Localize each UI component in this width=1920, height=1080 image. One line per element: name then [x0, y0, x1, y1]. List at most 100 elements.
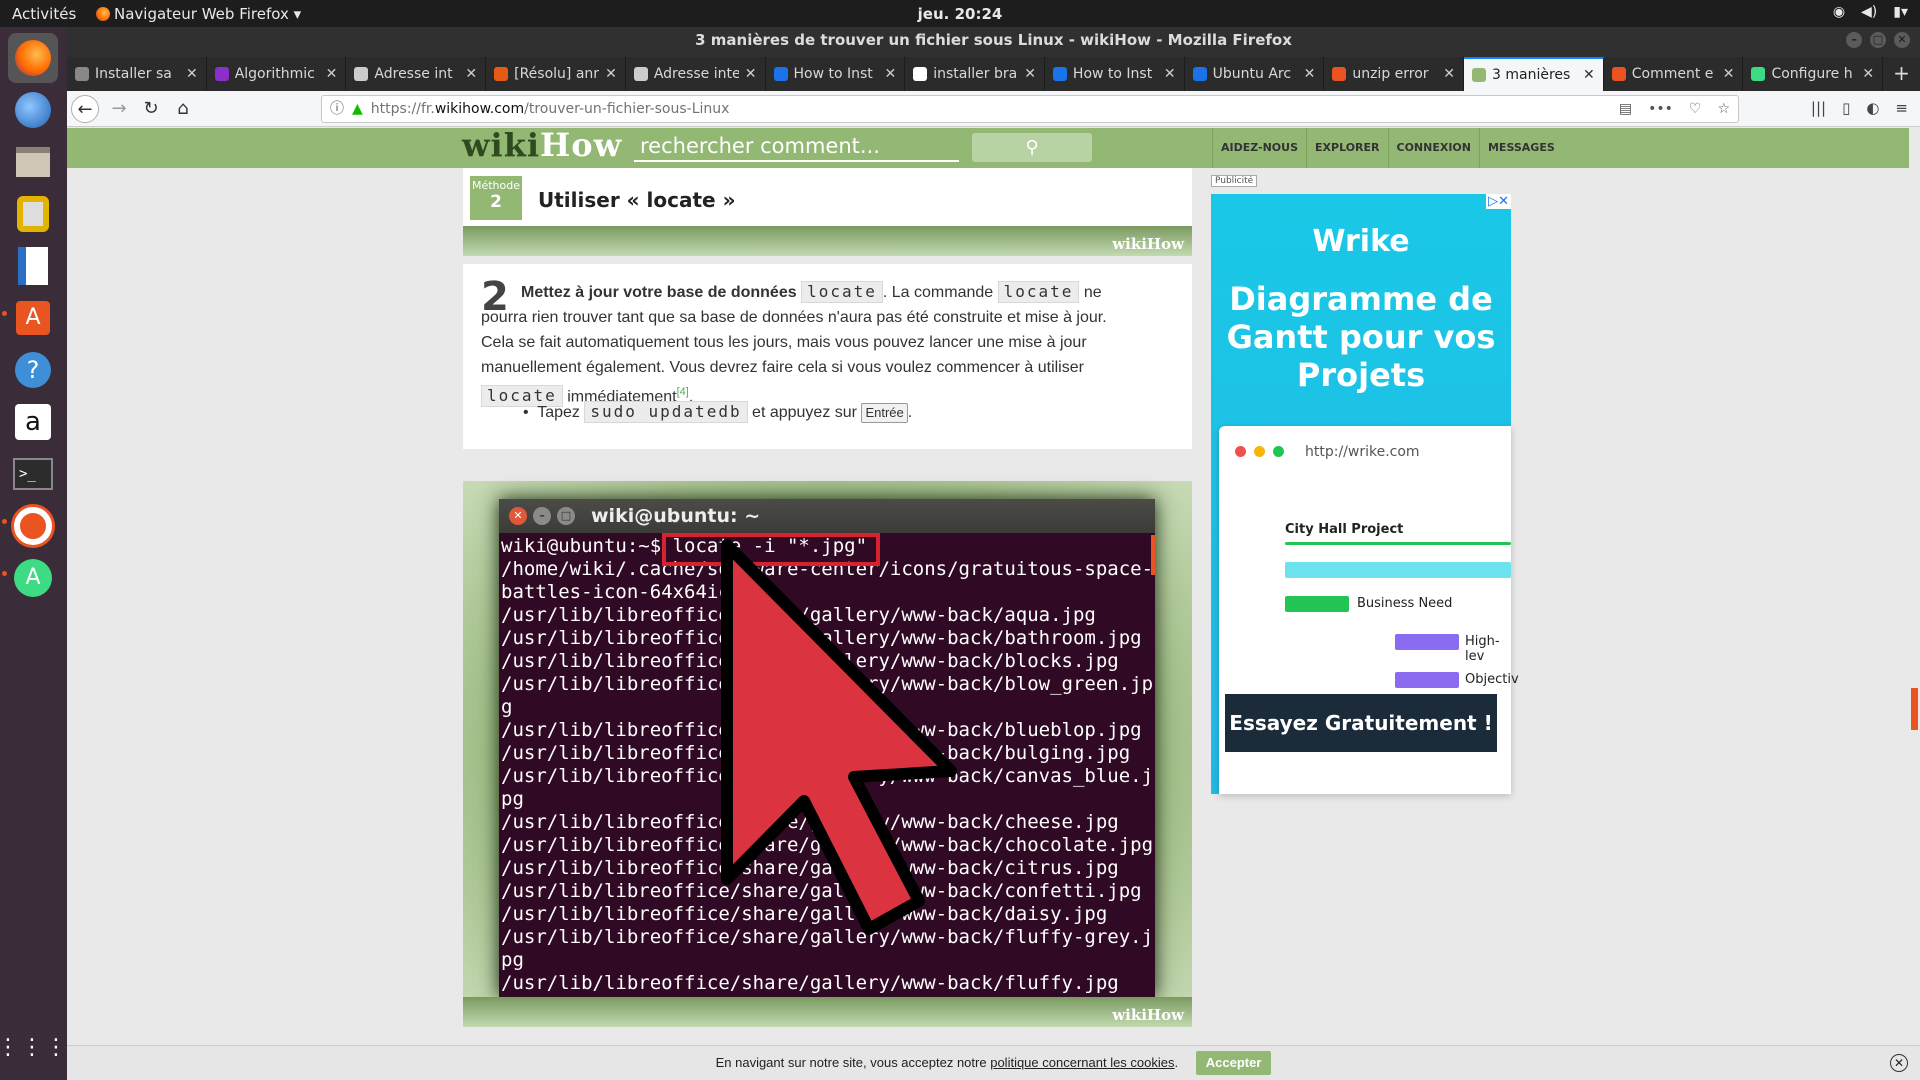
- home-button[interactable]: ⌂: [169, 95, 197, 123]
- page-scrollbar[interactable]: [1911, 688, 1918, 730]
- tab-close-icon[interactable]: ✕: [326, 66, 338, 82]
- close-window-icon[interactable]: ✕: [1894, 32, 1910, 48]
- tab-7[interactable]: How to Inst ✕: [1045, 57, 1185, 91]
- ad-banner[interactable]: Wrike Diagramme de Gantt pour vos Projet…: [1211, 194, 1519, 794]
- nav-connexion[interactable]: CONNEXION: [1387, 128, 1479, 168]
- maximize-icon[interactable]: □: [1870, 32, 1886, 48]
- tab-8[interactable]: Ubuntu Arc ✕: [1185, 57, 1325, 91]
- method-image-band: wikiHow: [463, 226, 1192, 256]
- wikihow-search-button[interactable]: ⚲: [972, 133, 1092, 162]
- tab-0[interactable]: Installer sa ✕: [67, 57, 207, 91]
- image-band: wikiHow: [463, 997, 1192, 1027]
- rhythmbox-icon[interactable]: [8, 189, 58, 239]
- tab-label: Installer sa: [95, 66, 172, 82]
- tab-close-icon[interactable]: ✕: [1164, 66, 1176, 82]
- tab-close-icon[interactable]: ✕: [1583, 67, 1595, 83]
- tab-close-icon[interactable]: ✕: [745, 66, 757, 82]
- files-icon[interactable]: [8, 137, 58, 187]
- tab-close-icon[interactable]: ✕: [1304, 66, 1316, 82]
- ad-task2: High-lev: [1465, 634, 1500, 664]
- tab-close-icon[interactable]: ✕: [884, 66, 896, 82]
- reader-view-icon[interactable]: ▤: [1619, 96, 1632, 122]
- terminal-line: pg: [501, 949, 524, 971]
- close-banner-icon[interactable]: ✕: [1890, 1054, 1908, 1072]
- page-actions-icon[interactable]: •••: [1648, 96, 1673, 122]
- ad-cta-button[interactable]: Essayez Gratuitement !: [1225, 694, 1497, 752]
- thunderbird-icon[interactable]: [8, 85, 58, 135]
- tab-label: [Résolu] ann: [514, 66, 600, 82]
- tab-3[interactable]: [Résolu] ann ✕: [486, 57, 626, 91]
- tab-label: Algorithmic: [234, 66, 315, 82]
- tab-4[interactable]: Adresse inte ✕: [626, 57, 766, 91]
- forward-button[interactable]: →: [105, 95, 133, 123]
- navigation-toolbar: ← → ↻ ⌂ ⓘ ▲ https://fr.wikihow.com/trouver…: [67, 91, 1920, 127]
- tab-12[interactable]: Configure h ✕: [1743, 57, 1884, 91]
- amazon-icon[interactable]: a: [8, 397, 58, 447]
- tab-close-icon[interactable]: ✕: [605, 66, 617, 82]
- reload-button[interactable]: ↻: [137, 95, 165, 123]
- sidebar-icon[interactable]: ▯: [1842, 99, 1850, 117]
- account-icon[interactable]: ◐: [1866, 99, 1879, 117]
- advertisement[interactable]: Publicité Wrike Diagramme de Gantt pour …: [1211, 168, 1519, 800]
- tab-strip: Installer sa ✕ Algorithmic ✕ Adresse int ✕ [Ré…: [67, 57, 1920, 91]
- tab-11[interactable]: Comment e ✕: [1604, 57, 1744, 91]
- terminal-minimize-icon: –: [533, 507, 551, 525]
- ubuntu-icon[interactable]: [8, 501, 58, 551]
- ad-url: http://wrike.com: [1305, 444, 1420, 460]
- url-bar[interactable]: ⓘ ▲ https://fr.wikihow.com/trouver-un-fich…: [321, 95, 1739, 123]
- software-center-icon[interactable]: A: [8, 293, 58, 343]
- cookie-policy-link[interactable]: politique concernant les cookies: [990, 1055, 1174, 1070]
- tab-2[interactable]: Adresse int ✕: [346, 57, 487, 91]
- back-button[interactable]: ←: [71, 95, 99, 123]
- method-title: Utiliser « locate »: [538, 188, 736, 212]
- tab-5[interactable]: How to Inst ✕: [766, 57, 906, 91]
- system-tray[interactable]: ◉ ◀) ▮▾: [1833, 4, 1908, 20]
- wikihow-search-input[interactable]: rechercher comment...: [634, 134, 959, 162]
- tab-9[interactable]: unzip error ✕: [1324, 57, 1465, 91]
- terminal-window: ✕ – □ wiki@ubuntu: ~ wiki@ubuntu:~$ loca…: [499, 499, 1155, 997]
- tab-6[interactable]: installer bra ✕: [905, 57, 1045, 91]
- show-apps-icon[interactable]: ⋮⋮⋮: [0, 1023, 67, 1073]
- ad-headline: Diagramme de Gantt pour vos Projets: [1226, 280, 1496, 394]
- tab-label: 3 manières: [1492, 67, 1571, 83]
- terminal-scrollbar: [1151, 535, 1155, 575]
- menu-icon[interactable]: ≡: [1895, 99, 1908, 117]
- terminal-title-bar: ✕ – □ wiki@ubuntu: ~: [499, 499, 1155, 533]
- info-icon[interactable]: ⓘ: [330, 101, 344, 117]
- clock[interactable]: jeu. 20:24: [0, 5, 1920, 23]
- nav-aidez-nous[interactable]: AIDEZ-NOUS: [1212, 128, 1306, 168]
- writer-icon[interactable]: [8, 241, 58, 291]
- ad-close-icon[interactable]: ▷✕: [1486, 194, 1511, 209]
- tab-10[interactable]: 3 manières ✕: [1464, 57, 1604, 91]
- help-icon[interactable]: ?: [8, 345, 58, 395]
- tab-close-icon[interactable]: ✕: [1024, 66, 1036, 82]
- nav-explorer[interactable]: EXPLORER: [1306, 128, 1387, 168]
- library-icon[interactable]: |||: [1811, 99, 1826, 117]
- android-studio-icon[interactable]: A: [8, 553, 58, 603]
- wikihow-logo[interactable]: wikiHow: [462, 126, 622, 164]
- system-top-bar: Activités Navigateur Web Firefox ▾ jeu. …: [0, 0, 1920, 27]
- firefox-launcher-icon[interactable]: [8, 33, 58, 83]
- tab-close-icon[interactable]: ✕: [1862, 66, 1874, 82]
- new-tab-button[interactable]: +: [1883, 57, 1920, 91]
- reference-link[interactable]: [4]: [677, 386, 689, 398]
- terminal-line: g: [501, 696, 513, 718]
- terminal-icon[interactable]: >_: [8, 449, 58, 499]
- pocket-icon[interactable]: ♡: [1689, 96, 1702, 122]
- tab-label: How to Inst: [1072, 66, 1153, 82]
- bookmark-star-icon[interactable]: ☆: [1717, 96, 1730, 122]
- tab-close-icon[interactable]: ✕: [465, 66, 477, 82]
- tab-close-icon[interactable]: ✕: [1723, 66, 1735, 82]
- step-card: 2 Mettez à jour votre base de données lo…: [463, 264, 1192, 449]
- nav-messages[interactable]: MESSAGES: [1478, 128, 1563, 168]
- accept-cookies-button[interactable]: Accepter: [1195, 1051, 1272, 1075]
- tab-label: Ubuntu Arc: [1212, 66, 1292, 82]
- lock-icon: ▲: [352, 101, 363, 117]
- tab-close-icon[interactable]: ✕: [186, 66, 198, 82]
- step-image[interactable]: ✕ – □ wiki@ubuntu: ~ wiki@ubuntu:~$ loca…: [463, 481, 1192, 1027]
- tab-favicon-icon: [75, 67, 89, 81]
- tab-close-icon[interactable]: ✕: [1443, 66, 1455, 82]
- minimize-icon[interactable]: –: [1846, 32, 1862, 48]
- ad-task3: Objectiv: [1465, 672, 1519, 687]
- tab-1[interactable]: Algorithmic ✕: [207, 57, 347, 91]
